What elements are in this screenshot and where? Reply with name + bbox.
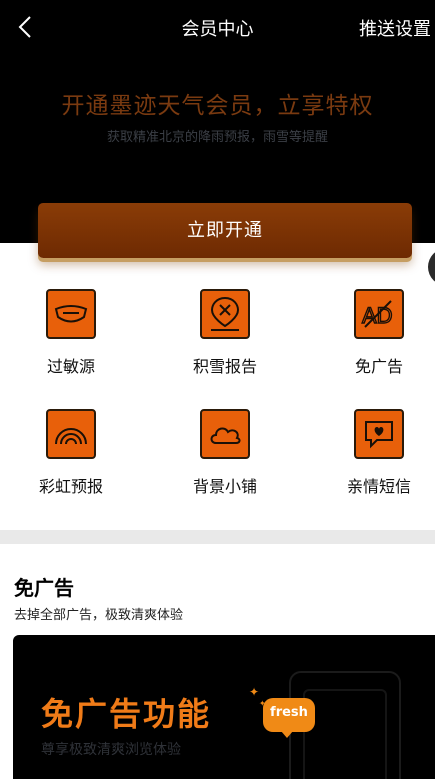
feature-snow-report[interactable]: 积雪报告 xyxy=(160,289,290,377)
ad-block-icon: AD xyxy=(354,289,404,339)
section-divider xyxy=(0,530,435,544)
feature-label: 免广告 xyxy=(354,357,403,376)
phone-screen-illustration xyxy=(303,689,387,779)
promo-title: 免广告功能 xyxy=(41,695,212,733)
section-title: 免广告 xyxy=(14,576,74,600)
feature-allergen[interactable]: 过敏源 xyxy=(6,289,136,377)
feature-label: 积雪报告 xyxy=(192,357,257,376)
feature-label: 背景小铺 xyxy=(192,477,257,496)
feature-no-ads[interactable]: AD 免广告 xyxy=(314,289,435,377)
cloud-icon xyxy=(200,409,250,459)
hero-subtitle: 获取精准北京的降雨预报，雨雪等提醒 xyxy=(106,130,328,145)
feature-label: 彩虹预报 xyxy=(38,477,103,496)
heart-message-icon xyxy=(354,409,404,459)
open-membership-button[interactable]: 立即开通 xyxy=(38,203,412,258)
sparkle-icon: ✦ xyxy=(249,685,260,699)
feature-rainbow-forecast[interactable]: 彩虹预报 xyxy=(6,409,136,497)
snow-location-icon xyxy=(200,289,250,339)
rainbow-icon xyxy=(46,409,96,459)
push-settings-button[interactable]: 推送设置 xyxy=(359,15,431,41)
feature-background-shop[interactable]: 背景小铺 xyxy=(160,409,290,497)
feature-label: 亲情短信 xyxy=(346,477,411,496)
section-subtitle: 去掉全部广告，极致清爽体验 xyxy=(14,608,184,623)
feature-label: 过敏源 xyxy=(46,357,95,376)
hero-title: 开通墨迹天气会员，立享特权 xyxy=(61,93,374,119)
mask-icon xyxy=(46,289,96,339)
fresh-badge: fresh xyxy=(263,698,315,738)
no-ads-promo-banner: ✦ ✦ fresh 免广告功能 尊享极致清爽浏览体验 xyxy=(13,635,435,779)
feature-family-sms[interactable]: 亲情短信 xyxy=(314,409,435,497)
promo-subtitle: 尊享极致清爽浏览体验 xyxy=(41,742,181,758)
